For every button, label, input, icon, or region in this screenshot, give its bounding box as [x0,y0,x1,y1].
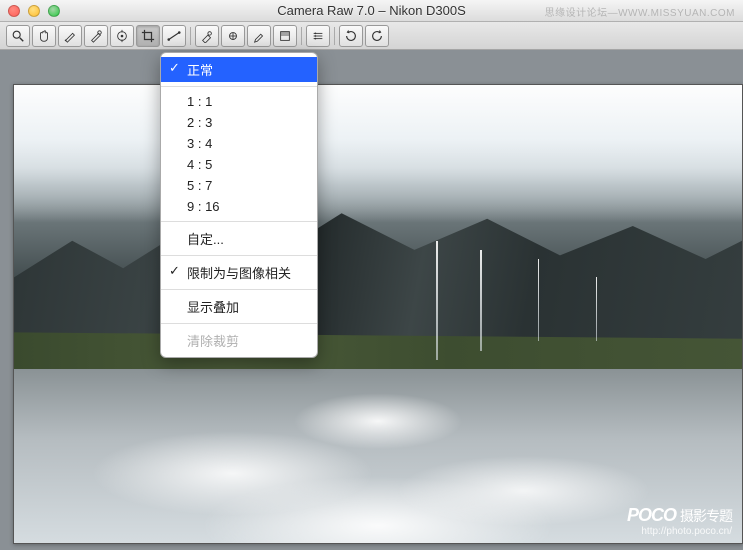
menu-item-show-overlay[interactable]: 显示叠加 [161,294,317,319]
color-sampler-tool[interactable] [84,25,108,47]
spot-removal-tool[interactable] [195,25,219,47]
separator [190,27,191,45]
rotate-ccw-button[interactable] [339,25,363,47]
menu-item-ratio-5-7[interactable]: 5 : 7 [161,175,317,196]
zoom-button[interactable] [48,5,60,17]
watermark-logo-text: 摄影专题 [680,508,732,524]
white-balance-tool[interactable] [58,25,82,47]
redeye-tool[interactable] [221,25,245,47]
rotate-cw-button[interactable] [365,25,389,47]
menu-item-clear-crop: 清除裁剪 [161,328,317,353]
check-icon: ✓ [169,263,180,279]
crop-tool[interactable] [136,25,160,47]
toolbar [0,22,743,50]
watermark-url: http://photo.poco.cn/ [627,526,732,537]
menu-item-custom[interactable]: 自定... [161,226,317,251]
targeted-adjust-tool[interactable] [110,25,134,47]
menu-item-ratio-1-1[interactable]: 1 : 1 [161,91,317,112]
separator [161,289,317,290]
close-button[interactable] [8,5,20,17]
graduated-filter-tool[interactable] [273,25,297,47]
zoom-tool[interactable] [6,25,30,47]
preview-image [14,85,742,543]
straighten-tool[interactable] [162,25,186,47]
image-preview[interactable]: POCO 摄影专题 http://photo.poco.cn/ [13,84,743,544]
window-title: Camera Raw 7.0 – Nikon D300S [277,3,466,18]
canvas-area: POCO 摄影专题 http://photo.poco.cn/ [0,50,743,550]
menu-item-ratio-4-5[interactable]: 4 : 5 [161,154,317,175]
watermark-bottom: POCO 摄影专题 http://photo.poco.cn/ [627,505,732,537]
preferences-button[interactable] [306,25,330,47]
check-icon: ✓ [169,60,180,76]
menu-item-ratio-2-3[interactable]: 2 : 3 [161,112,317,133]
adjustment-brush-tool[interactable] [247,25,271,47]
separator [161,86,317,87]
hand-tool[interactable] [32,25,56,47]
separator [334,27,335,45]
minimize-button[interactable] [28,5,40,17]
watermark-top: 思缘设计论坛—WWW.MISSYUAN.COM [545,4,735,19]
menu-item-ratio-9-16[interactable]: 9 : 16 [161,196,317,217]
watermark-brand: POCO [627,505,676,525]
menu-item-constrain[interactable]: ✓限制为与图像相关 [161,260,317,285]
menu-item-ratio-3-4[interactable]: 3 : 4 [161,133,317,154]
crop-menu: ✓正常 1 : 1 2 : 3 3 : 4 4 : 5 5 : 7 9 : 16… [160,52,318,358]
separator [161,221,317,222]
separator [161,255,317,256]
menu-item-normal[interactable]: ✓正常 [161,57,317,82]
window-controls [0,5,60,17]
separator [301,27,302,45]
separator [161,323,317,324]
